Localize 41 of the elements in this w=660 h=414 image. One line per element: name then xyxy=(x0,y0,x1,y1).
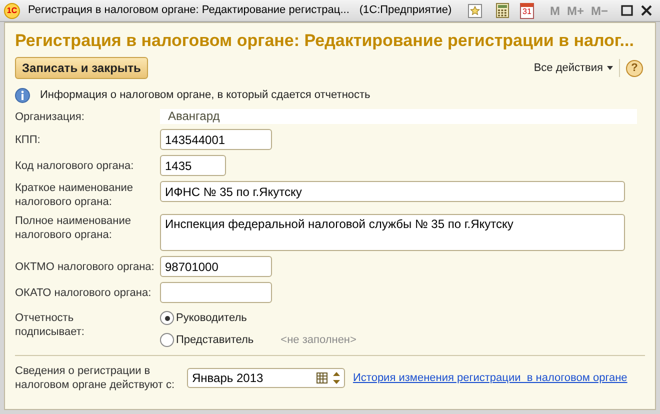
info-text: Информация о налоговом органе, в который сдается отчетность xyxy=(40,88,370,103)
close-icon[interactable] xyxy=(641,5,652,16)
date-field[interactable]: Январь 2013 xyxy=(187,368,345,388)
caret-icon xyxy=(607,66,613,70)
calendar-icon[interactable]: 31 xyxy=(520,2,534,18)
radio-option[interactable]: Руководитель xyxy=(160,309,247,327)
star-icon[interactable] xyxy=(468,4,482,18)
input-field[interactable]: Инспекция федеральной налоговой службы № 35 по г.Якутску xyxy=(160,214,625,251)
field-label: Полное наименование налогового органа: xyxy=(15,214,132,242)
spin-arrows-icon[interactable] xyxy=(332,371,341,385)
maximize-icon[interactable] xyxy=(621,5,633,16)
input-field[interactable]: 143544001 xyxy=(160,129,272,150)
history-link[interactable]: История изменения регистрации в налоговом органе xyxy=(353,370,628,386)
field-label: Код налогового органа: xyxy=(15,158,135,172)
all-actions-menu[interactable]: Все действия xyxy=(534,60,613,76)
field-label: Краткое наименование налогового органа: xyxy=(15,181,134,209)
calendar-icon[interactable] xyxy=(316,372,328,384)
save-and-close-button[interactable]: Записать и закрыть xyxy=(15,57,148,79)
app-name: (1С:Предприятие) xyxy=(359,3,452,18)
empty-value-hint: <не заполнен> xyxy=(280,332,356,348)
input-field[interactable]: ИФНС № 35 по г.Якутску xyxy=(160,181,625,202)
radio-button[interactable] xyxy=(160,333,174,347)
radio-button[interactable] xyxy=(160,311,174,325)
field-label: ОКТМО налогового органа: xyxy=(15,260,156,274)
help-button[interactable]: ? xyxy=(626,60,643,76)
input-field[interactable]: 1435 xyxy=(160,155,226,176)
window-title: Регистрация в налоговом органе: Редактирование регистрац... xyxy=(28,3,350,18)
field-label: Отчетность подписывает: xyxy=(15,311,86,339)
field-label: ОКАТО налогового органа: xyxy=(15,286,152,300)
field-label: Сведения о регистрации в налоговом органе действуют с: xyxy=(15,364,176,392)
input-field[interactable] xyxy=(160,282,272,303)
app-logo: 1С xyxy=(4,2,20,18)
date-value: Январь 2013 xyxy=(191,370,264,387)
field-label: Организация: xyxy=(15,110,86,124)
calculator-icon[interactable] xyxy=(496,3,509,18)
field-label: КПП: xyxy=(15,132,42,146)
radio-option[interactable]: Представитель xyxy=(160,331,254,349)
form-heading: Регистрация в налоговом органе: Редактирование регистрации в налог... xyxy=(15,30,635,52)
organization-value: Авангард xyxy=(160,109,637,124)
info-icon xyxy=(15,88,30,102)
input-field[interactable]: 98701000 xyxy=(160,256,272,277)
